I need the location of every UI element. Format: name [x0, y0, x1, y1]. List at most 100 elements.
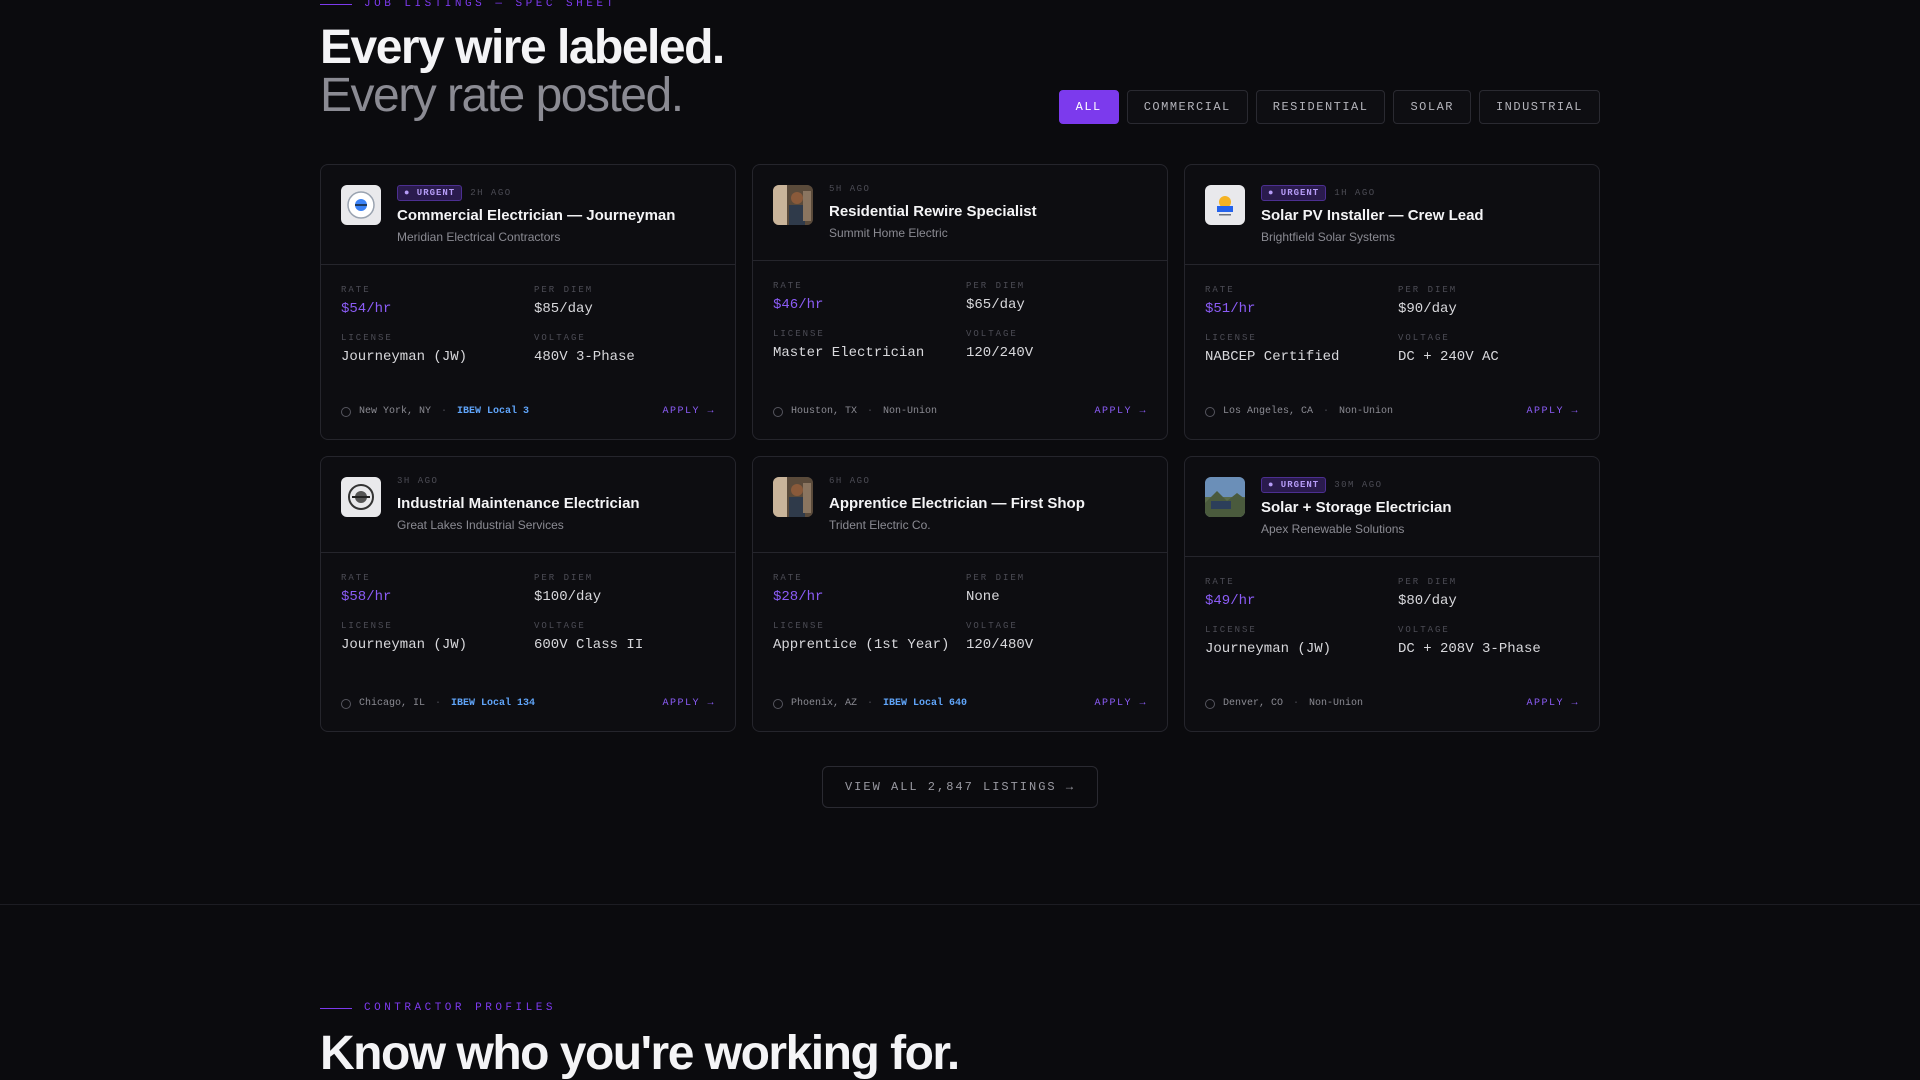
union-status: Non-Union [1309, 698, 1364, 709]
worker-photo-icon [773, 477, 813, 517]
job-card-heading: ● URGENT 2H AGO Commercial Electrician —… [397, 185, 675, 244]
company-name: Summit Home Electric [829, 226, 948, 240]
job-card-footer: Houston, TX · Non-Union APPLY → [753, 406, 1167, 439]
job-card-header: ● URGENT 2H AGO Commercial Electrician —… [321, 165, 735, 265]
job-title[interactable]: Apprentice Electrician — First Shop [829, 495, 1085, 512]
job-title[interactable]: Solar PV Installer — Crew Lead [1261, 207, 1484, 224]
job-card-heading: 3H AGO Industrial Maintenance Electricia… [397, 476, 640, 532]
job-card-footer: Los Angeles, CA · Non-Union APPLY → [1185, 406, 1599, 439]
job-card-heading: ● URGENT 30M AGO Solar + Storage Electri… [1261, 477, 1452, 536]
license-value: Journeyman (JW) [341, 349, 468, 365]
job-specs: RATE $28/hr PER DIEM None LICENSE Apprentic… [753, 553, 1167, 698]
per-diem-value: $90/day [1398, 301, 1457, 317]
job-title[interactable]: Residential Rewire Specialist [829, 203, 1037, 220]
license-label: LICENSE [341, 621, 393, 631]
location-pin-icon [1205, 406, 1215, 417]
job-card-header: 3H AGO Industrial Maintenance Electricia… [321, 457, 735, 553]
apply-link[interactable]: APPLY → [1526, 698, 1579, 709]
job-title[interactable]: Solar + Storage Electrician [1261, 499, 1452, 516]
location-pin-icon [1205, 698, 1215, 709]
job-card-header: ● URGENT 30M AGO Solar + Storage Electri… [1185, 457, 1599, 557]
job-card-6[interactable]: ● URGENT 30M AGO Solar + Storage Electri… [1184, 456, 1600, 732]
job-card-5[interactable]: 6H AGO Apprentice Electrician — First Sh… [752, 456, 1168, 732]
job-card-2[interactable]: 5H AGO Residential Rewire Specialist Sum… [752, 164, 1168, 440]
urgent-badge: ● URGENT [1261, 185, 1327, 201]
section-divider [0, 904, 1920, 905]
voltage-label: VOLTAGE [534, 621, 586, 631]
rate-label: RATE [773, 573, 803, 583]
apply-link[interactable]: APPLY → [662, 406, 715, 417]
apply-link[interactable]: APPLY → [1526, 406, 1579, 417]
filter-commercial[interactable]: COMMERCIAL [1126, 90, 1248, 124]
job-meta-row: 6H AGO [829, 473, 1085, 489]
rate-label: RATE [773, 281, 803, 291]
job-card-4[interactable]: 3H AGO Industrial Maintenance Electricia… [320, 456, 736, 732]
per-diem-value: $65/day [966, 297, 1025, 313]
posted-ago: 6H AGO [829, 476, 871, 486]
job-location: Denver, CO [1223, 698, 1284, 709]
separator-dot: · [435, 698, 442, 709]
separator-dot: · [441, 406, 448, 417]
view-all-listings-button[interactable]: VIEW ALL 2,847 LISTINGS → [822, 766, 1098, 808]
filter-industrial[interactable]: INDUSTRIAL [1478, 90, 1600, 124]
posted-ago: 1H AGO [1334, 188, 1376, 198]
job-card-header: 6H AGO Apprentice Electrician — First Sh… [753, 457, 1167, 553]
filter-all[interactable]: ALL [1058, 90, 1119, 124]
rate-value: $28/hr [773, 589, 824, 605]
posted-ago: 3H AGO [397, 476, 439, 486]
voltage-label: VOLTAGE [1398, 333, 1450, 343]
job-card-3[interactable]: ● URGENT 1H AGO Solar PV Installer — Cre… [1184, 164, 1600, 440]
apply-link[interactable]: APPLY → [1094, 406, 1147, 417]
job-meta-row: ● URGENT 1H AGO [1261, 185, 1484, 201]
voltage-value: 120/240V [966, 345, 1034, 361]
apply-link[interactable]: APPLY → [662, 698, 715, 709]
voltage-label: VOLTAGE [1398, 625, 1450, 635]
job-title[interactable]: Industrial Maintenance Electrician [397, 495, 640, 512]
job-card-header: ● URGENT 1H AGO Solar PV Installer — Cre… [1185, 165, 1599, 265]
job-card-footer: Chicago, IL · IBEW Local 134 APPLY → [321, 698, 735, 731]
job-card-1[interactable]: ● URGENT 2H AGO Commercial Electrician —… [320, 164, 736, 440]
job-title[interactable]: Commercial Electrician — Journeyman [397, 207, 675, 224]
license-label: LICENSE [773, 329, 825, 339]
apply-link[interactable]: APPLY → [1094, 698, 1147, 709]
per-diem-label: PER DIEM [534, 573, 594, 583]
company-name: Great Lakes Industrial Services [397, 518, 564, 532]
urgent-badge: ● URGENT [1261, 477, 1327, 493]
section-title-contractors: Know who you're working for. [320, 1027, 960, 1080]
per-diem-value: $80/day [1398, 593, 1457, 609]
job-meta-row: 3H AGO [397, 473, 640, 489]
location-pin-icon [341, 698, 351, 709]
job-specs: RATE $54/hr PER DIEM $85/day LICENSE Journe… [321, 265, 735, 406]
filter-solar[interactable]: SOLAR [1393, 90, 1471, 124]
rate-label: RATE [1205, 577, 1235, 587]
rate-value: $46/hr [773, 297, 824, 313]
section-eyebrow-listings: JOB LISTINGS — SPEC SHEET [320, 0, 617, 10]
separator-dot: · [1323, 406, 1330, 417]
filter-bar: ALL COMMERCIAL RESIDENTIAL SOLAR INDUSTR… [1058, 90, 1600, 124]
job-location: Chicago, IL [359, 698, 426, 709]
per-diem-label: PER DIEM [966, 573, 1026, 583]
voltage-value: DC + 240V AC [1398, 349, 1499, 365]
voltage-value: 480V 3-Phase [534, 349, 635, 365]
filter-residential[interactable]: RESIDENTIAL [1255, 90, 1386, 124]
title-line-1: Every wire labeled. [320, 21, 725, 74]
voltage-label: VOLTAGE [966, 621, 1018, 631]
union-status: IBEW Local 3 [457, 406, 530, 417]
section-eyebrow-contractors: CONTRACTOR PROFILES [320, 1002, 556, 1014]
urgent-badge: ● URGENT [397, 185, 463, 201]
rate-value: $51/hr [1205, 301, 1256, 317]
job-location: Phoenix, AZ [791, 698, 858, 709]
union-status: Non-Union [1339, 406, 1394, 417]
company-logo-icon [341, 185, 381, 225]
voltage-value: DC + 208V 3-Phase [1398, 641, 1541, 657]
job-location: Los Angeles, CA [1223, 406, 1314, 417]
rate-label: RATE [341, 285, 371, 295]
voltage-label: VOLTAGE [534, 333, 586, 343]
location-pin-icon [773, 406, 783, 417]
per-diem-label: PER DIEM [966, 281, 1026, 291]
voltage-value: 600V Class II [534, 637, 644, 653]
job-grid: ● URGENT 2H AGO Commercial Electrician —… [320, 164, 1600, 732]
job-meta-row: 5H AGO [829, 181, 1037, 197]
worker-photo-icon [773, 185, 813, 225]
separator-dot: · [867, 406, 874, 417]
